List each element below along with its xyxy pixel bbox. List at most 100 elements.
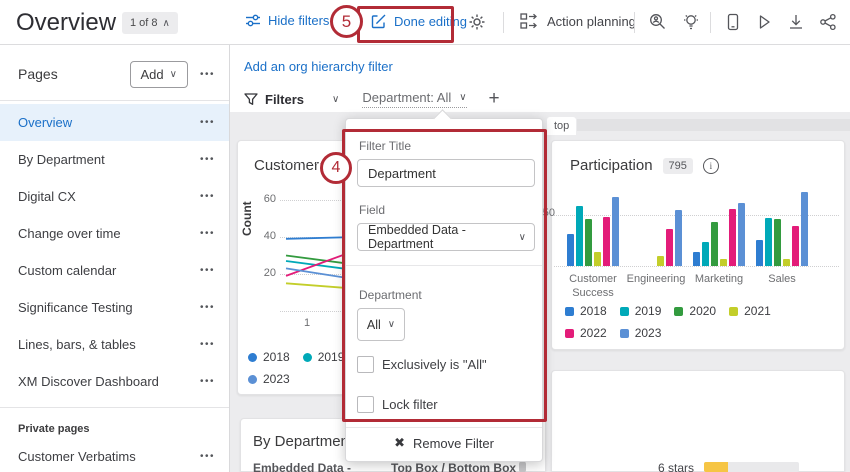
bar-customer-success-2023[interactable] xyxy=(612,197,619,266)
legend-item-2019[interactable]: 2019 xyxy=(620,304,662,318)
annotation-circle-step4: 4 xyxy=(320,152,352,184)
legend-item-2020[interactable]: 2020 xyxy=(674,304,716,318)
sidebar-private-list: Customer Verbatims••• xyxy=(0,438,229,472)
close-icon: ✖ xyxy=(394,435,405,451)
bar-fill xyxy=(704,462,728,472)
info-icon[interactable]: i xyxy=(703,158,719,174)
legend-label: 2019 xyxy=(635,304,662,318)
page-pager[interactable]: 1 of 8 ∧ xyxy=(122,12,178,34)
lock-filter-checkbox[interactable] xyxy=(357,396,374,413)
sidebar-item-overview[interactable]: Overview••• xyxy=(0,104,229,141)
exclusively-all-checkbox[interactable] xyxy=(357,356,374,373)
pages-menu-icon[interactable]: ••• xyxy=(200,69,215,80)
bar-sales-2023[interactable] xyxy=(801,192,808,266)
private-pages-label: Private pages xyxy=(18,423,90,435)
action-planning-label: Action planning xyxy=(547,14,636,29)
bar-customer-success-2022[interactable] xyxy=(603,217,610,266)
user-search-icon[interactable] xyxy=(648,13,666,31)
bar-track xyxy=(704,462,799,472)
bar-engineering-2022[interactable] xyxy=(666,229,673,266)
lightbulb-icon[interactable] xyxy=(682,13,700,31)
share-icon[interactable] xyxy=(819,13,837,31)
bar-marketing-2019[interactable] xyxy=(702,242,709,266)
count-badge: 795 xyxy=(663,158,693,174)
sidebar-item-custom-calendar[interactable]: Custom calendar••• xyxy=(0,252,229,289)
sidebar-item-lines-bars-tables[interactable]: Lines, bars, & tables••• xyxy=(0,326,229,363)
legend-item-2018[interactable]: 2018 xyxy=(565,304,607,318)
department-select[interactable]: All ∨ xyxy=(357,308,405,341)
item-menu-icon[interactable]: ••• xyxy=(200,117,215,128)
gear-icon[interactable] xyxy=(468,13,486,31)
done-editing-button[interactable]: Done editing xyxy=(371,13,467,29)
bar-marketing-2022[interactable] xyxy=(729,209,736,266)
widget-title: Participation xyxy=(570,157,653,174)
chevron-down-icon[interactable]: ∨ xyxy=(332,94,339,105)
add-page-button[interactable]: Add ∨ xyxy=(130,61,188,88)
sidebar-item-label: Custom calendar xyxy=(18,263,200,278)
bar-marketing-2020[interactable] xyxy=(711,222,718,266)
line-chart-legend: 2018 2019 2023 xyxy=(248,350,360,394)
action-planning-button[interactable]: Action planning xyxy=(520,13,636,29)
bar-engineering-2023[interactable] xyxy=(675,210,682,266)
bar-sales-2022[interactable] xyxy=(792,226,799,266)
sidebar-item-digital-cx[interactable]: Digital CX••• xyxy=(0,178,229,215)
org-hierarchy-filter-link[interactable]: Add an org hierarchy filter xyxy=(244,59,393,74)
filters-label[interactable]: Filters xyxy=(265,92,304,107)
bar-sales-2018[interactable] xyxy=(756,240,763,266)
y-tick: 20 xyxy=(258,267,276,279)
item-menu-icon[interactable]: ••• xyxy=(200,265,215,276)
bar-customer-success-2018[interactable] xyxy=(567,234,574,266)
sidebar-item-change-over-time[interactable]: Change over time••• xyxy=(0,215,229,252)
sidebar-item-by-department[interactable]: By Department••• xyxy=(0,141,229,178)
filter-title-input[interactable] xyxy=(357,159,535,187)
item-menu-icon[interactable]: ••• xyxy=(200,154,215,165)
item-menu-icon[interactable]: ••• xyxy=(200,451,215,462)
bar-customer-success-2020[interactable] xyxy=(585,219,592,266)
legend-item-2019[interactable]: 2019 xyxy=(303,350,345,364)
mobile-preview-icon[interactable] xyxy=(724,13,742,31)
field-select[interactable]: Embedded Data - Department ∨ xyxy=(357,223,535,251)
bar-marketing-2021[interactable] xyxy=(720,259,727,266)
row-label: 6 stars xyxy=(658,461,694,472)
legend-label: 2018 xyxy=(263,350,290,364)
bar-marketing-2018[interactable] xyxy=(693,252,700,266)
active-filter-chip[interactable]: Department: All ∨ xyxy=(362,90,466,108)
chevron-down-icon: ∨ xyxy=(519,232,526,243)
legend-item-2021[interactable]: 2021 xyxy=(729,304,771,318)
bar-customer-success-2019[interactable] xyxy=(576,206,583,266)
sidebar-item-customer-verbatims[interactable]: Customer Verbatims••• xyxy=(0,438,229,472)
download-icon[interactable] xyxy=(787,13,805,31)
y-tick: 60 xyxy=(258,193,276,205)
bar-customer-success-2021[interactable] xyxy=(594,252,601,266)
top-tab[interactable]: top xyxy=(547,117,576,135)
app-window: Overview 1 of 8 ∧ Hide filters (1) Done … xyxy=(0,0,850,472)
item-menu-icon[interactable]: ••• xyxy=(200,228,215,239)
department-label: Department xyxy=(359,288,422,302)
legend-item-2023[interactable]: 2023 xyxy=(620,326,662,340)
scrollbar-thumb[interactable] xyxy=(519,461,526,472)
toolbar-divider xyxy=(634,12,635,33)
legend-item-2022[interactable]: 2022 xyxy=(565,326,607,340)
bar-sales-2020[interactable] xyxy=(774,219,781,266)
sidebar-item-significance-testing[interactable]: Significance Testing••• xyxy=(0,289,229,326)
legend-label: 2021 xyxy=(744,304,771,318)
bar-marketing-2023[interactable] xyxy=(738,203,745,266)
chevron-up-icon: ∧ xyxy=(163,18,170,29)
sidebar-item-xm-discover-dashboard[interactable]: XM Discover Dashboard••• xyxy=(0,363,229,400)
item-menu-icon[interactable]: ••• xyxy=(200,376,215,387)
sidebar-divider xyxy=(0,407,229,408)
bar-sales-2021[interactable] xyxy=(783,259,790,266)
item-menu-icon[interactable]: ••• xyxy=(200,339,215,350)
add-filter-button[interactable]: + xyxy=(489,88,500,110)
item-menu-icon[interactable]: ••• xyxy=(200,302,215,313)
bar-engineering-2021[interactable] xyxy=(657,256,664,266)
play-icon[interactable] xyxy=(755,13,773,31)
item-menu-icon[interactable]: ••• xyxy=(200,191,215,202)
legend-dot-icon xyxy=(303,353,312,362)
remove-filter-button[interactable]: ✖ Remove Filter xyxy=(346,435,542,451)
bar-sales-2019[interactable] xyxy=(765,218,772,266)
legend-item-2018[interactable]: 2018 xyxy=(248,350,290,364)
bar-plot xyxy=(552,186,842,266)
filters-row: Filters ∨ Department: All ∨ + xyxy=(244,88,500,110)
legend-item-2023[interactable]: 2023 xyxy=(248,372,290,386)
